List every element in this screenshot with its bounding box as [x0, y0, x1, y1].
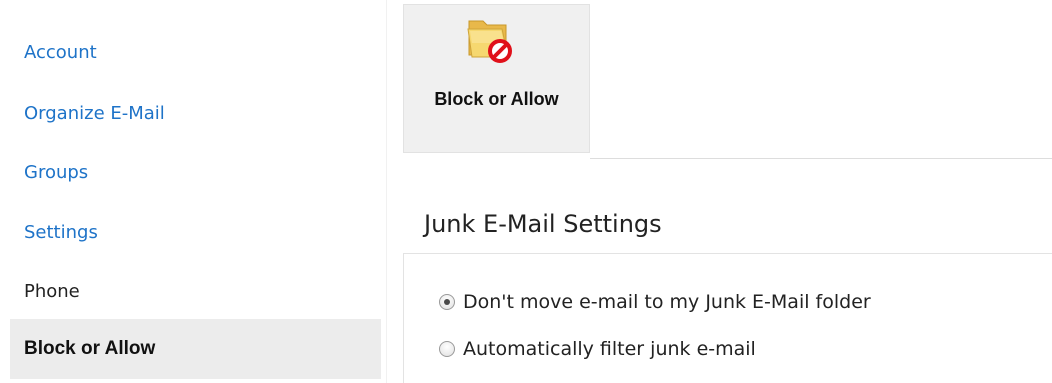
nav-item-groups[interactable]: Groups	[10, 143, 381, 203]
navigation-divider	[386, 0, 387, 383]
nav-item-account[interactable]: Account	[10, 23, 381, 83]
junk-email-settings-panel	[403, 253, 1052, 383]
ribbon-separator	[590, 158, 1052, 159]
option-dont-move[interactable]: Don't move e-mail to my Junk E-Mail fold…	[439, 291, 871, 313]
radio-dont-move[interactable]	[439, 294, 455, 310]
junk-email-settings-title: Junk E-Mail Settings	[424, 210, 662, 238]
option-dont-move-label: Don't move e-mail to my Junk E-Mail fold…	[463, 291, 871, 313]
block-or-allow-ribbon-button[interactable]: Block or Allow	[403, 4, 590, 153]
folder-block-icon	[467, 20, 512, 63]
radio-auto-filter[interactable]	[439, 341, 455, 357]
nav-item-organize-email[interactable]: Organize E-Mail	[10, 84, 381, 144]
nav-item-block-or-allow[interactable]: Block or Allow	[10, 319, 381, 379]
ribbon-button-label: Block or Allow	[434, 89, 559, 109]
nav-item-phone[interactable]: Phone	[10, 262, 381, 322]
mail-options-window: Account Organize E-Mail Groups Settings …	[0, 0, 1052, 383]
option-auto-filter-label: Automatically filter junk e-mail	[463, 338, 756, 360]
nav-item-settings[interactable]: Settings	[10, 203, 381, 263]
left-navigation: Account Organize E-Mail Groups Settings …	[0, 0, 381, 383]
option-auto-filter[interactable]: Automatically filter junk e-mail	[439, 338, 756, 360]
